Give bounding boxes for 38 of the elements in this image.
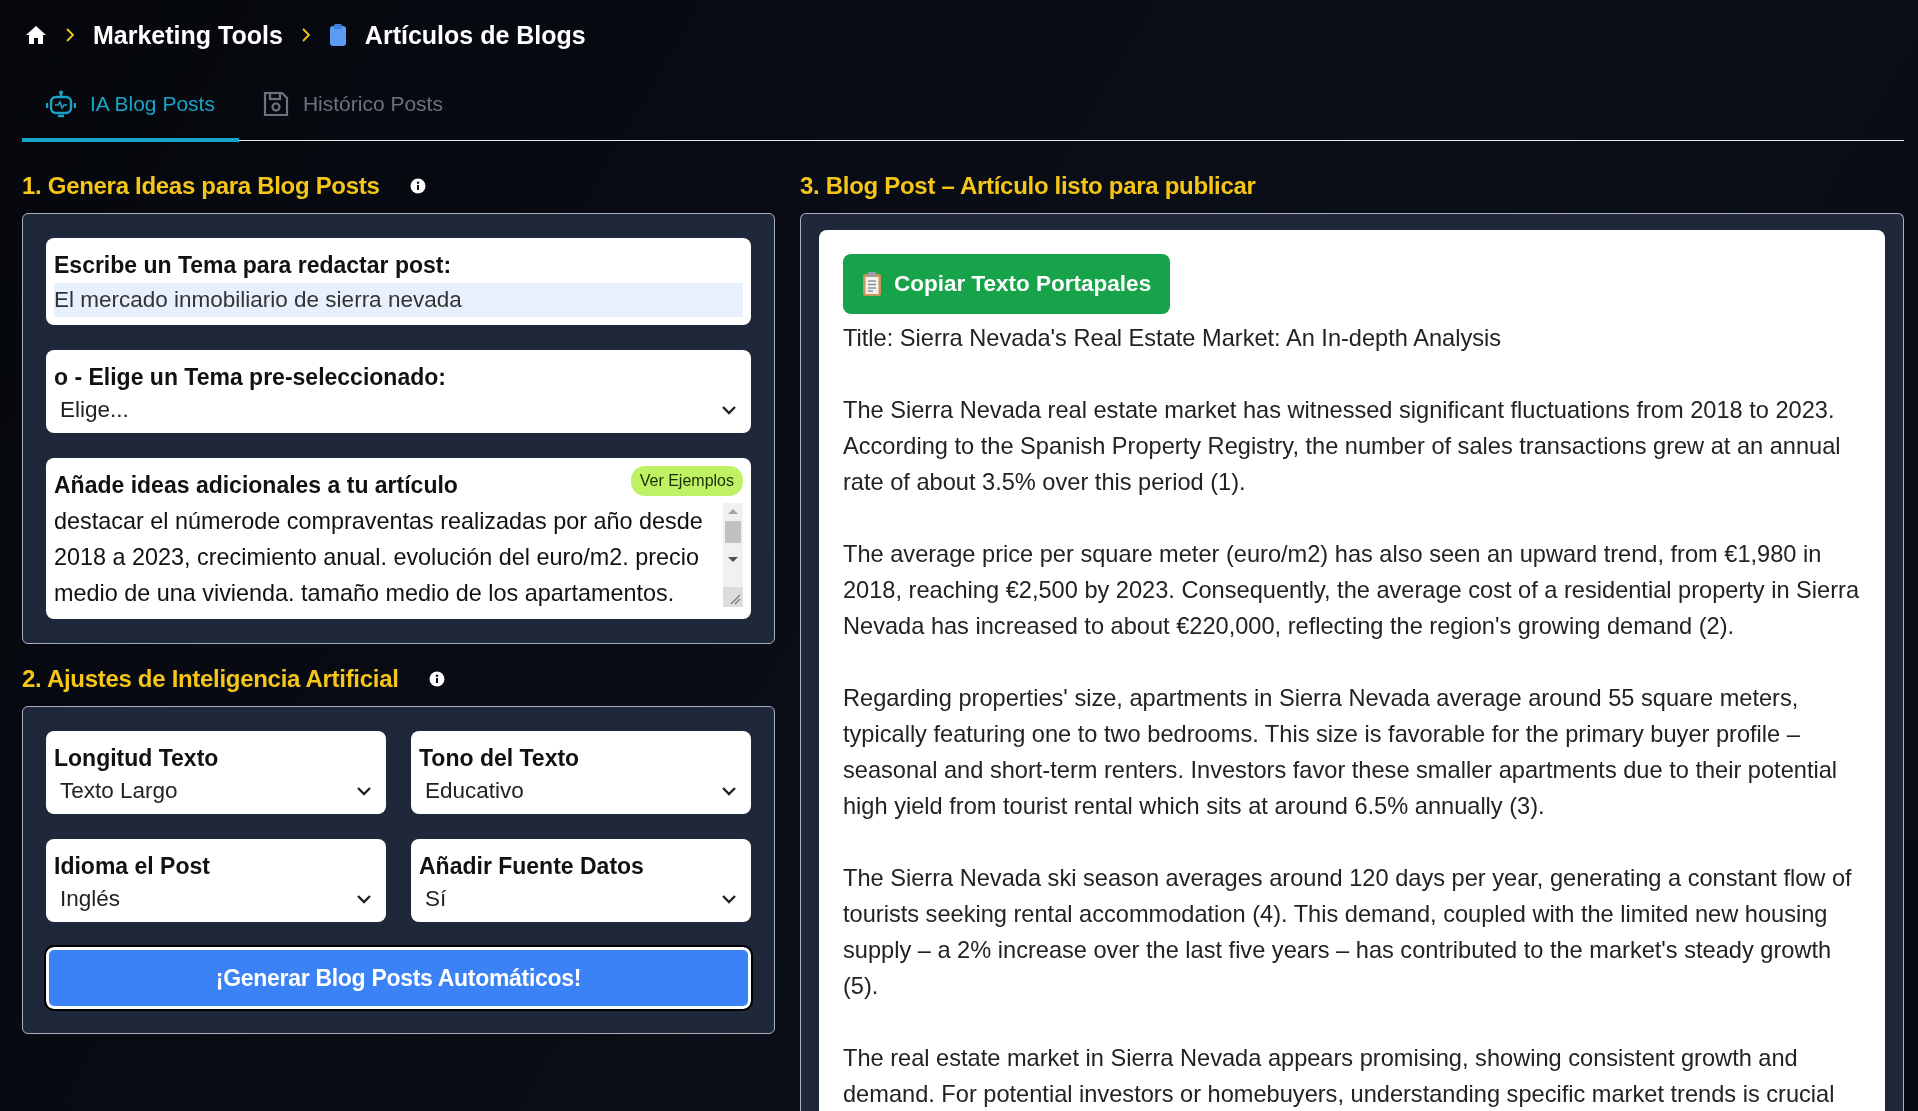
robot-icon	[46, 90, 76, 118]
field-label: Idioma el Post	[54, 853, 211, 880]
field-label: Añadir Fuente Datos	[419, 853, 645, 880]
article-paragraph: The real estate market in Sierra Nevada appears promising, showing consistent growth and demand. For potential investors or homebuyers, understanding specific market trends is crucial	[843, 1044, 1836, 1109]
chevron-down-icon	[721, 894, 737, 904]
breadcrumb-link[interactable]: Marketing Tools	[93, 20, 283, 50]
ideas-field[interactable]: destacar el númerode compraventas realizadas por año desde 2018 a 2023, crecimiento anual. evolución del euro/m2. precio medio de una vivienda. tamaño medio de los apartamentos.	[54, 503, 717, 611]
topic-field[interactable]: El mercado inmobiliario de sierra nevada	[54, 283, 743, 317]
chevron-icon	[65, 27, 75, 43]
scrollbar-icon[interactable]	[723, 503, 743, 607]
article-paragraph: The Sierra Nevada real estate market has witnessed significant fluctuations from 2018 to 2023. According to the Spanish Property Registry, the number of sales transactions grew at an annual rate of about 3.5% over this period (1).	[843, 396, 1842, 497]
clipboard-icon	[862, 271, 882, 297]
article-paragraph: The Sierra Nevada ski season averages around 120 days per year, generating a constant flow of tourists seeking rental accommodation (4). This demand, coupled with the limited new housing supply – a 2% increase over the last five years – has contributed to the market's steady growth (5).	[843, 864, 1853, 1001]
info-icon[interactable]	[428, 671, 445, 687]
generate-button[interactable]: ¡Generar Blog Posts Automáticos!	[46, 947, 751, 1009]
section-title: 1. Genera Ideas para Blog Posts	[22, 172, 380, 200]
section-title: 3. Blog Post – Artículo listo para publicar	[800, 172, 1256, 200]
chevron-down-icon	[356, 786, 372, 796]
chevron-down-icon	[356, 894, 372, 904]
article-paragraph: The average price per square meter (euro/m2) has also seen an upward trend, from €1,980 in 2018, reaching €2,500 by 2023. Consequently, the average cost of a residential property in Sierra Nevada has increased to about €220,000, reflecting the region's growing demand (2).	[843, 540, 1861, 641]
examples-button[interactable]: Ver Ejemplos	[630, 466, 743, 496]
field-label: o - Elige un Tema pre-seleccionado:	[54, 364, 447, 391]
section-title: 2. Ajustes de Inteligencia Artificial	[22, 665, 399, 693]
info-icon[interactable]	[409, 178, 426, 194]
field-label: Longitud Texto	[54, 745, 220, 772]
field-label: Tono del Texto	[419, 745, 581, 772]
article-title: Title: Sierra Nevada's Real Estate Market: An In-depth Analysis	[843, 324, 1502, 353]
chevron-icon	[300, 27, 311, 43]
field-label: Añade ideas adicionales a tu artículo	[54, 472, 458, 499]
tab[interactable]: IA Blog Posts	[22, 70, 239, 142]
clipboard-icon	[328, 23, 347, 47]
article-paragraph: Regarding properties' size, apartments in Sierra Nevada average around 55 square meters, typically featuring one to two bedrooms. This size is favorable for the primary buyer profile – seasonal and short-term renters. Investors favor these smaller apartments due to their potential high yield from tourist rental which sits at around 6.5% annually (3).	[843, 684, 1839, 821]
chevron-down-icon	[721, 786, 737, 796]
tab[interactable]: Histórico Posts	[238, 70, 467, 142]
home-icon[interactable]	[25, 25, 47, 45]
chevron-down-icon	[721, 405, 737, 415]
breadcrumb-current: Artículos de Blogs	[364, 20, 586, 50]
field-label: Escribe un Tema para redactar post:	[54, 252, 453, 279]
